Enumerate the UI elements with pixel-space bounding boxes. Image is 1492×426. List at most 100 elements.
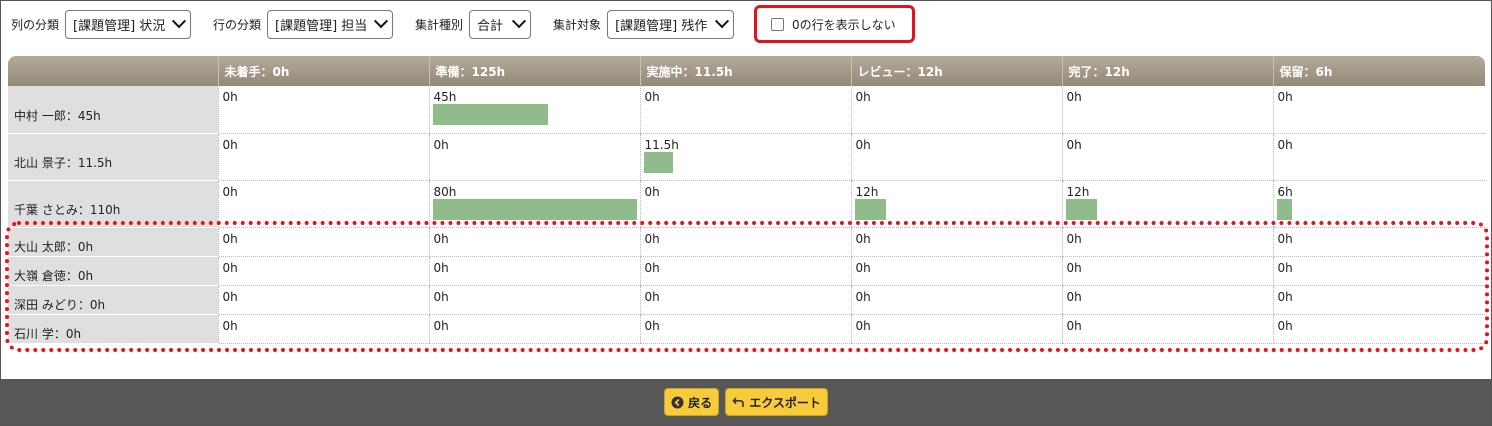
table-cell: 0h bbox=[428, 256, 640, 286]
summary-table: 未着手：0h 準備：125h 実施中：11.5h レビュー：12h 完了：12h… bbox=[8, 56, 1485, 344]
cell-value: 0h bbox=[644, 260, 660, 275]
cell-value: 0h bbox=[1277, 318, 1293, 333]
column-category-label: 列の分類 bbox=[11, 17, 60, 32]
chevron-down-icon bbox=[171, 14, 187, 29]
table-cell: 0h bbox=[217, 133, 429, 181]
toolbar: 列の分類 [課題管理] 状況 行の分類 [課題管理] 担当 集計種別 合計 集計… bbox=[1, 1, 1491, 47]
table-cell: 0h bbox=[639, 285, 851, 315]
cell-value: 0h bbox=[644, 90, 660, 104]
table-cell: 0h bbox=[850, 133, 1062, 181]
value-bar bbox=[643, 151, 673, 173]
table-header-row: 未着手：0h 準備：125h 実施中：11.5h レビュー：12h 完了：12h… bbox=[8, 56, 1485, 86]
cell-value: 0h bbox=[1277, 90, 1293, 104]
cell-value: 0h bbox=[1277, 231, 1293, 246]
value-bar bbox=[1276, 198, 1292, 220]
table-cell: 0h bbox=[639, 86, 851, 134]
table-cell: 45h bbox=[428, 86, 640, 134]
row-header: 千葉 さとみ：110h bbox=[8, 180, 218, 228]
table-cell: 0h bbox=[850, 256, 1062, 286]
cell-value: 0h bbox=[222, 318, 238, 333]
cell-value: 0h bbox=[855, 318, 871, 333]
table-cell: 11.5h bbox=[639, 133, 851, 181]
cell-value: 0h bbox=[1066, 289, 1082, 304]
table-cell: 0h bbox=[217, 180, 429, 228]
export-button-label: エクスポート bbox=[749, 395, 821, 410]
table-cell: 0h bbox=[850, 314, 1062, 344]
chevron-down-icon bbox=[511, 14, 527, 29]
hide-zero-rows-label[interactable]: 0の行を表示しない bbox=[792, 16, 896, 33]
cell-value: 0h bbox=[644, 184, 660, 199]
table-cell: 0h bbox=[850, 227, 1062, 257]
table-cell: 0h bbox=[217, 86, 429, 134]
table-row: 石川 学：0h 0h 0h 0h 0h 0h 0h bbox=[8, 314, 1485, 344]
table-cell: 0h bbox=[1272, 133, 1485, 181]
cell-value: 0h bbox=[1277, 137, 1293, 152]
table-row: 大山 太郎：0h 0h 0h 0h 0h 0h 0h bbox=[8, 227, 1485, 257]
column-header: 実施中：11.5h bbox=[639, 56, 851, 86]
cell-value: 0h bbox=[1066, 231, 1082, 246]
cell-value: 0h bbox=[1277, 260, 1293, 275]
column-header: 保留：6h bbox=[1272, 56, 1485, 86]
table-cell: 0h bbox=[850, 285, 1062, 315]
row-category-select[interactable]: [課題管理] 担当 bbox=[267, 9, 394, 39]
back-button-label: 戻る bbox=[688, 395, 713, 410]
table-cell: 0h bbox=[639, 256, 851, 286]
table-cell: 0h bbox=[639, 180, 851, 228]
aggregation-target-label: 集計対象 bbox=[553, 17, 602, 32]
value-bar bbox=[432, 198, 637, 220]
column-category-select[interactable]: [課題管理] 状況 bbox=[65, 9, 192, 39]
table-row: 中村 一郎：45h 0h 45h 0h 0h 0h 0h bbox=[8, 86, 1485, 134]
row-header: 中村 一郎：45h bbox=[8, 86, 218, 134]
column-header: 未着手：0h bbox=[217, 56, 429, 86]
cell-value: 0h bbox=[644, 231, 660, 246]
footer-bar: 戻る エクスポート bbox=[1, 379, 1491, 425]
aggregation-target-select[interactable]: [課題管理] 残作 bbox=[607, 9, 735, 39]
chevron-down-icon bbox=[373, 14, 389, 29]
table-cell: 0h bbox=[850, 86, 1062, 134]
cell-value: 11.5h bbox=[644, 137, 679, 152]
table-cell: 0h bbox=[428, 133, 640, 181]
table-row: 大嶺 倉徳：0h 0h 0h 0h 0h 0h 0h bbox=[8, 256, 1485, 286]
hide-zero-rows-checkbox[interactable] bbox=[771, 17, 784, 31]
cell-value: 0h bbox=[1066, 90, 1082, 104]
column-header: 完了：12h bbox=[1061, 56, 1273, 86]
summary-table-container: 未着手：0h 準備：125h 実施中：11.5h レビュー：12h 完了：12h… bbox=[8, 56, 1485, 344]
cell-value: 0h bbox=[222, 289, 238, 304]
table-cell: 0h bbox=[217, 256, 429, 286]
table-cell: 0h bbox=[217, 227, 429, 257]
table-cell: 0h bbox=[1061, 285, 1273, 315]
table-cell: 12h bbox=[1061, 180, 1273, 228]
table-cell: 80h bbox=[428, 180, 640, 228]
row-header: 深田 みどり：0h bbox=[8, 285, 218, 315]
cell-value: 0h bbox=[1066, 137, 1082, 152]
table-cell: 0h bbox=[428, 227, 640, 257]
aggregation-type-select[interactable]: 合計 bbox=[469, 9, 532, 39]
table-cell: 6h bbox=[1272, 180, 1485, 228]
table-row: 北山 景子：11.5h 0h 0h 11.5h 0h 0h 0h bbox=[8, 133, 1485, 181]
cell-value: 0h bbox=[1277, 289, 1293, 304]
table-cell: 0h bbox=[1061, 133, 1273, 181]
row-header: 北山 景子：11.5h bbox=[8, 133, 218, 181]
cell-value: 0h bbox=[433, 318, 449, 333]
cell-value: 0h bbox=[222, 260, 238, 275]
table-row: 深田 みどり：0h 0h 0h 0h 0h 0h 0h bbox=[8, 285, 1485, 315]
value-bar bbox=[432, 104, 548, 125]
table-cell: 0h bbox=[1061, 86, 1273, 134]
cell-value: 0h bbox=[222, 137, 238, 152]
cell-value: 0h bbox=[433, 137, 449, 152]
cell-value: 0h bbox=[855, 289, 871, 304]
row-header: 石川 学：0h bbox=[8, 314, 218, 344]
column-header: 準備：125h bbox=[428, 56, 640, 86]
cell-value: 45h bbox=[433, 90, 457, 104]
cell-value: 0h bbox=[433, 260, 449, 275]
cell-value: 12h bbox=[855, 184, 879, 199]
table-cell: 0h bbox=[1061, 227, 1273, 257]
table-cell: 0h bbox=[1272, 256, 1485, 286]
cell-value: 0h bbox=[855, 260, 871, 275]
export-button[interactable]: エクスポート bbox=[725, 388, 828, 416]
back-button[interactable]: 戻る bbox=[664, 388, 720, 416]
row-header: 大嶺 倉徳：0h bbox=[8, 256, 218, 286]
table-cell: 0h bbox=[217, 314, 429, 344]
chevron-down-icon bbox=[714, 14, 730, 29]
cell-value: 0h bbox=[433, 231, 449, 246]
